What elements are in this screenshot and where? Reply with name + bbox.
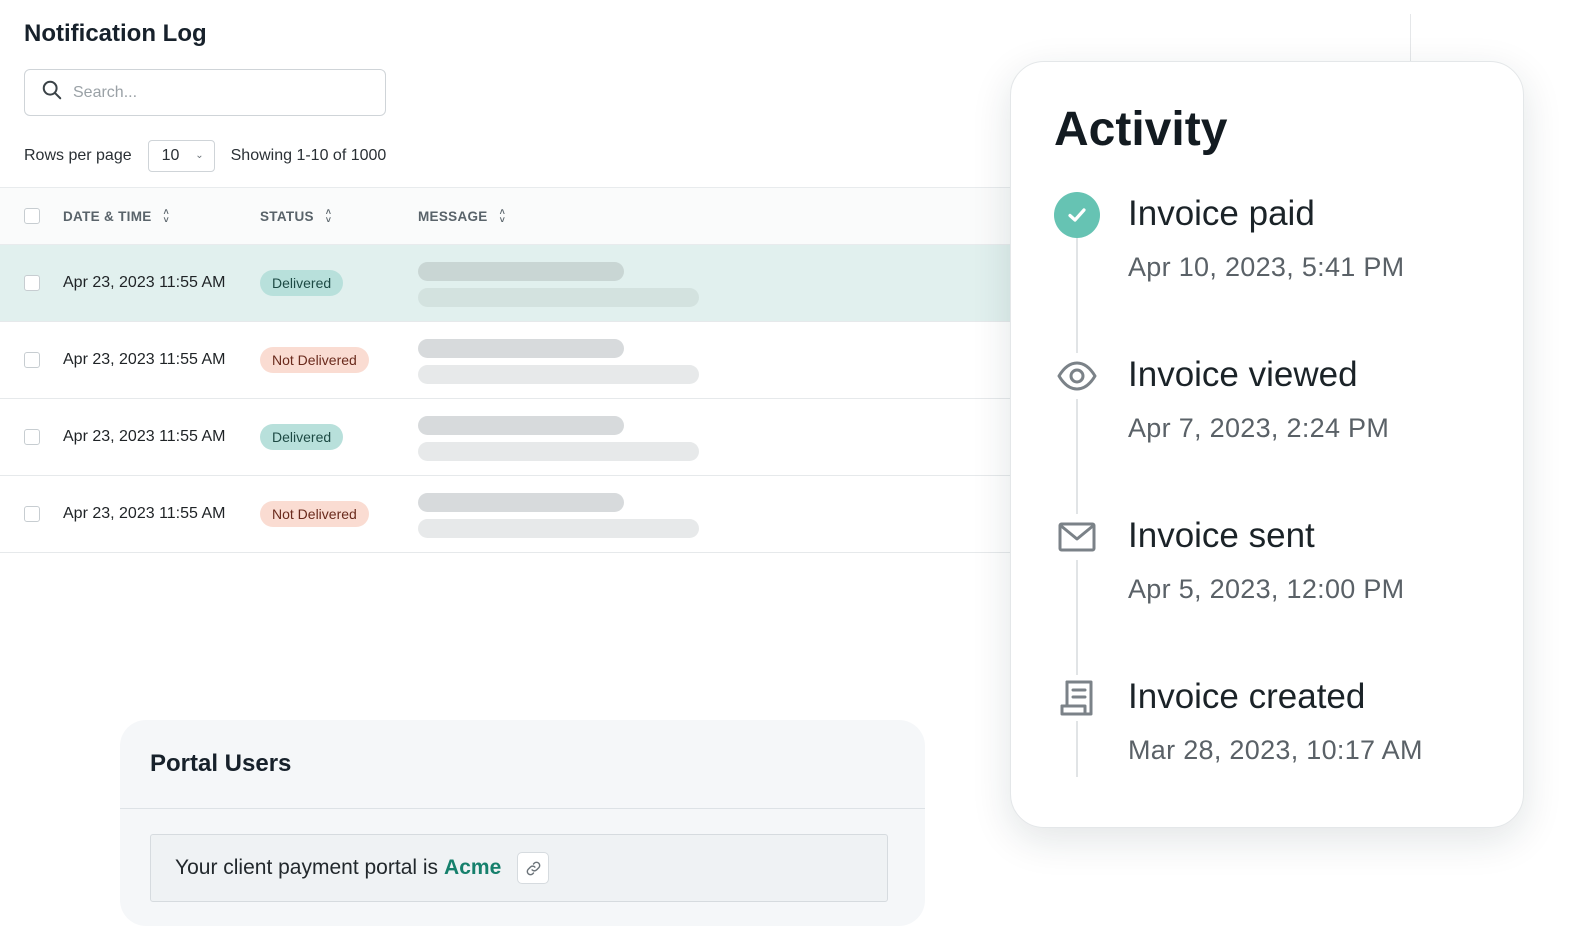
rows-per-page-label: Rows per page xyxy=(24,147,132,164)
activity-event-created: Invoice created Mar 28, 2023, 10:17 AM xyxy=(1011,675,1525,785)
status-badge: Delivered xyxy=(260,424,344,450)
chevron-down-icon: ⌄ xyxy=(195,149,204,161)
activity-event-viewed: Invoice viewed Apr 7, 2023, 2:24 PM xyxy=(1011,353,1525,463)
notification-log-panel: Notification Log Rows per page 10 ⌄ Show… xyxy=(0,0,1010,560)
event-time: Apr 7, 2023, 2:24 PM xyxy=(1128,413,1390,443)
column-header-message[interactable]: MESSAGE ˄ ˅ xyxy=(418,207,506,225)
notification-table: DATE & TIME ˄ ˅ STATUS ˄ ˅ MESSAGE ˄ ˅ Apr … xyxy=(0,187,1010,553)
message-placeholder-line xyxy=(418,519,699,538)
document-icon xyxy=(1054,675,1100,721)
activity-card: Activity Invoice paid Apr 10, 2023, 5:41… xyxy=(1010,61,1524,828)
row-datetime: Apr 23, 2023 11:55 AM xyxy=(63,428,226,445)
message-placeholder-line xyxy=(418,288,699,307)
event-title: Invoice viewed xyxy=(1128,355,1358,394)
table-row[interactable]: Apr 23, 2023 11:55 AM Delivered xyxy=(0,245,1010,322)
search-input[interactable] xyxy=(73,83,363,102)
row-checkbox[interactable] xyxy=(24,352,40,368)
table-row[interactable]: Apr 23, 2023 11:55 AM Delivered xyxy=(0,399,1010,476)
row-checkbox[interactable] xyxy=(24,275,40,291)
sort-icon: ˄ ˅ xyxy=(499,207,506,225)
portal-info-box: Your client payment portal is Acme xyxy=(150,834,888,902)
envelope-icon xyxy=(1054,514,1100,560)
table-header: DATE & TIME ˄ ˅ STATUS ˄ ˅ MESSAGE ˄ ˅ xyxy=(0,187,1010,245)
activity-title: Activity xyxy=(1054,103,1228,156)
message-placeholder-line xyxy=(418,416,624,435)
message-placeholder-line xyxy=(418,339,624,358)
event-title: Invoice created xyxy=(1128,677,1366,716)
message-placeholder-line xyxy=(418,442,699,461)
link-icon xyxy=(526,861,541,875)
event-time: Apr 10, 2023, 5:41 PM xyxy=(1128,252,1405,282)
row-datetime: Apr 23, 2023 11:55 AM xyxy=(63,351,226,368)
check-circle-icon xyxy=(1054,192,1100,238)
table-row[interactable]: Apr 23, 2023 11:55 AM Not Delivered xyxy=(0,322,1010,399)
status-badge: Delivered xyxy=(260,270,344,296)
pagination-bar: Rows per page 10 ⌄ Showing 1-10 of 1000 xyxy=(24,140,386,172)
activity-event-sent: Invoice sent Apr 5, 2023, 12:00 PM xyxy=(1011,514,1525,624)
search-icon xyxy=(41,79,63,106)
portal-users-title: Portal Users xyxy=(120,720,925,809)
rows-per-page-select[interactable]: 10 ⌄ xyxy=(147,140,215,172)
portal-users-panel: Portal Users Your client payment portal … xyxy=(120,720,925,926)
sort-icon: ˄ ˅ xyxy=(325,207,332,225)
table-row[interactable]: Apr 23, 2023 11:55 AM Not Delivered xyxy=(0,476,1010,553)
status-badge: Not Delivered xyxy=(260,501,369,527)
portal-name-link[interactable]: Acme xyxy=(444,856,501,880)
select-all-checkbox[interactable] xyxy=(24,208,40,224)
row-checkbox[interactable] xyxy=(24,429,40,445)
search-box[interactable] xyxy=(24,69,386,116)
column-header-status[interactable]: STATUS ˄ ˅ xyxy=(260,207,332,225)
row-datetime: Apr 23, 2023 11:55 AM xyxy=(63,505,226,522)
event-time: Apr 5, 2023, 12:00 PM xyxy=(1128,574,1405,604)
event-title: Invoice paid xyxy=(1128,194,1315,233)
event-title: Invoice sent xyxy=(1128,516,1315,555)
sort-icon: ˄ ˅ xyxy=(163,207,170,225)
eye-icon xyxy=(1054,353,1100,399)
row-checkbox[interactable] xyxy=(24,506,40,522)
event-time: Mar 28, 2023, 10:17 AM xyxy=(1128,735,1423,765)
activity-event-paid: Invoice paid Apr 10, 2023, 5:41 PM xyxy=(1011,192,1525,302)
portal-info-text: Your client payment portal is xyxy=(175,856,439,879)
rows-per-page-value: 10 xyxy=(161,147,180,164)
status-badge: Not Delivered xyxy=(260,347,369,373)
message-placeholder-line xyxy=(418,262,624,281)
divider xyxy=(1410,14,1411,62)
copy-link-button[interactable] xyxy=(517,852,550,884)
showing-count: Showing 1-10 of 1000 xyxy=(230,147,387,164)
row-datetime: Apr 23, 2023 11:55 AM xyxy=(63,274,226,291)
page-title: Notification Log xyxy=(24,20,207,47)
message-placeholder-line xyxy=(418,365,699,384)
message-placeholder-line xyxy=(418,493,624,512)
column-header-datetime[interactable]: DATE & TIME ˄ ˅ xyxy=(63,207,170,225)
